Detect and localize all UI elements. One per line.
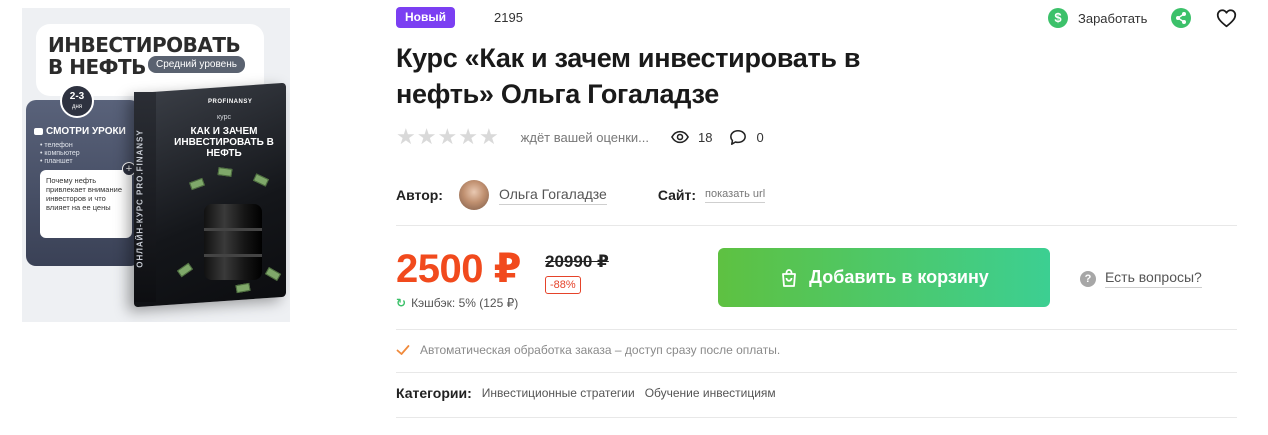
star-icon[interactable]: ★: [417, 126, 437, 148]
product-title: Курс «Как и зачем инвестировать в нефть»…: [396, 43, 861, 109]
star-icon[interactable]: ★: [458, 126, 478, 148]
product-id: 2195: [494, 10, 523, 25]
star-icon[interactable]: ★: [479, 126, 499, 148]
categories-label: Категории:: [396, 385, 472, 401]
dollar-icon: $: [1048, 8, 1068, 28]
refresh-icon: ↻: [396, 296, 407, 310]
add-to-cart-label: Добавить в корзину: [809, 267, 989, 287]
discount-badge: -88%: [545, 276, 581, 294]
rating-status: ждёт вашей оценки...: [520, 129, 649, 145]
comments-counter[interactable]: 0: [729, 129, 764, 146]
author-link[interactable]: Ольга Гогаладзе: [498, 186, 607, 205]
image-box-brand: PROFINANSY: [208, 99, 253, 105]
auto-processing-text: Автоматическая обработка заказа – доступ…: [420, 343, 781, 357]
image-box-spine-text: ОНЛАЙН-КУРС PRO.FINANSY: [135, 129, 145, 268]
add-to-cart-button[interactable]: Добавить в корзину: [718, 248, 1050, 307]
oil-barrel-illustration: [204, 204, 262, 280]
image-duration-value: 2-3: [69, 91, 85, 102]
image-device-item: компьютер: [40, 150, 79, 158]
divider: [396, 329, 1237, 330]
categories-row: Категории: Инвестиционные стратегии Обуч…: [396, 385, 776, 401]
image-quote-card: Почему нефть привлекает внимание инвесто…: [40, 170, 132, 238]
avatar[interactable]: [458, 180, 489, 210]
camera-icon: [34, 127, 43, 135]
auto-processing-notice: Автоматическая обработка заказа – доступ…: [396, 343, 780, 357]
views-counter: 18: [671, 130, 712, 145]
image-device-list: телефон компьютер планшет: [40, 142, 80, 166]
star-icon[interactable]: ★: [437, 126, 457, 148]
current-price: 2500 ₽: [396, 247, 521, 291]
image-level-badge: Средний уровень: [148, 56, 245, 73]
rating-stars[interactable]: ★ ★ ★ ★ ★: [396, 126, 499, 148]
eye-icon: [671, 130, 689, 144]
cashback-text: Кэшбэк: 5% (125 ₽): [411, 296, 519, 310]
earn-label: Заработать: [1078, 10, 1148, 26]
divider: [396, 225, 1237, 226]
questions-link[interactable]: ? Есть вопросы?: [1080, 269, 1202, 288]
star-icon[interactable]: ★: [396, 126, 416, 148]
category-link[interactable]: Обучение инвестициям: [645, 386, 776, 400]
image-device-item: планшет: [40, 158, 80, 166]
new-badge: Новый: [396, 7, 455, 28]
author-label: Автор:: [396, 187, 443, 203]
questions-label: Есть вопросы?: [1105, 269, 1202, 288]
divider: [396, 417, 1237, 418]
image-box-title: КАК И ЗАЧЕМ ИНВЕСТИРОВАТЬ В НЕФТЬ: [174, 126, 274, 159]
image-duration-badge: 2-3 дня: [60, 84, 94, 118]
comments-count: 0: [756, 129, 764, 145]
question-icon: ?: [1080, 270, 1096, 287]
product-image[interactable]: ИНВЕСТИРОВАТЬ В НЕФТЬ Средний уровень 2-…: [22, 8, 290, 322]
divider: [396, 372, 1237, 373]
show-url-link[interactable]: показать url: [705, 188, 766, 203]
image-device-item: телефон: [40, 142, 80, 150]
image-watch-label: СМОТРИ УРОКИ: [34, 126, 126, 137]
author-row: Автор: Ольга Гогаладзе Сайт: показать ur…: [396, 180, 766, 210]
site-label: Сайт:: [657, 187, 697, 203]
shopping-bag-icon: [782, 268, 797, 287]
image-watch-text: СМОТРИ УРОКИ: [46, 126, 126, 137]
earn-link[interactable]: $ Заработать: [1048, 8, 1147, 28]
check-icon: [396, 345, 410, 355]
comment-icon: [730, 129, 747, 145]
image-box-course-label: курс: [217, 114, 231, 121]
cashback-info: ↻ Кэшбэк: 5% (125 ₽): [396, 296, 518, 310]
rating-row: ★ ★ ★ ★ ★ ждёт вашей оценки... 18 0: [396, 125, 764, 149]
image-duration-unit: дня: [71, 104, 83, 110]
heart-icon[interactable]: [1216, 8, 1237, 28]
views-count: 18: [698, 129, 713, 145]
category-link[interactable]: Инвестиционные стратегии: [482, 386, 635, 400]
old-price: 20990 ₽: [545, 252, 609, 271]
share-icon[interactable]: [1171, 8, 1191, 28]
